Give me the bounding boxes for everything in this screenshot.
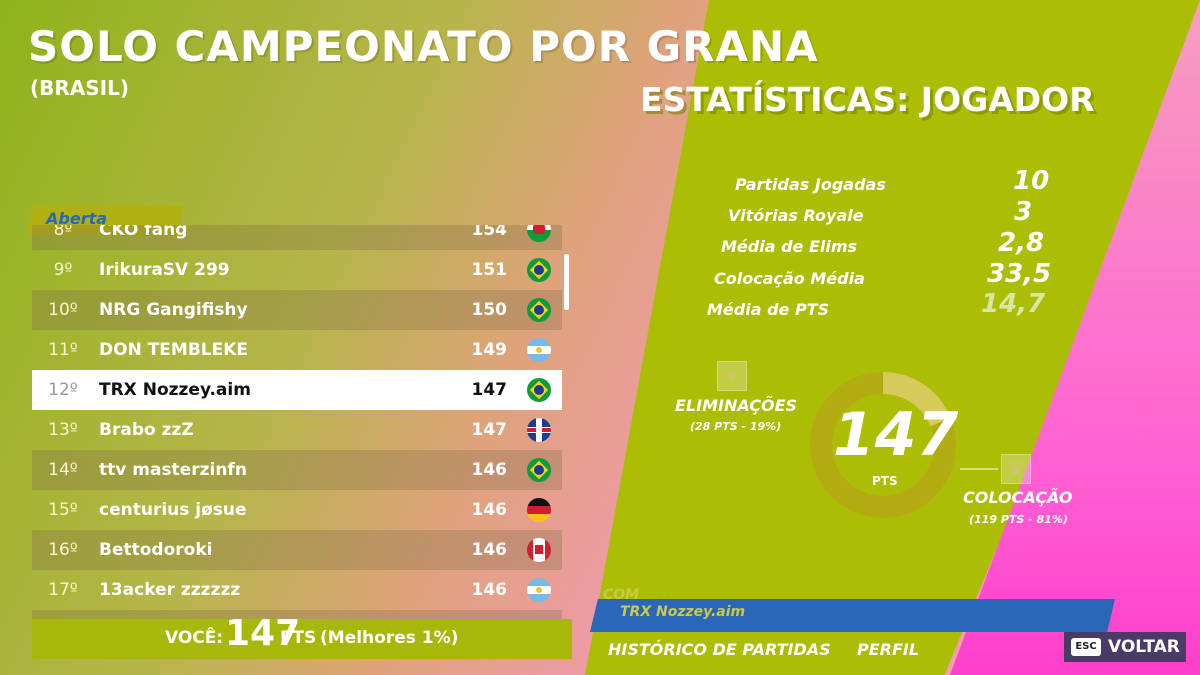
leaderboard-row[interactable]: 15º centurius jøsue 146 — [32, 490, 562, 530]
leaderboard-row[interactable]: 8º CKO fang 154 — [32, 225, 562, 250]
row-player-name: Bettodoroki — [99, 540, 213, 560]
row-rank: 9º — [53, 260, 73, 280]
wales-flag-icon — [527, 225, 551, 242]
trophy-icon: ♛ — [1001, 454, 1031, 484]
brazil-flag-icon — [527, 458, 551, 482]
row-rank: 14º — [48, 460, 78, 480]
player-name: TRX Nozzey.aim — [620, 604, 746, 620]
row-points: 146 — [471, 460, 508, 480]
stat-label-avg-placement: Colocação Média — [714, 269, 865, 288]
row-rank: 10º — [48, 300, 78, 320]
tab-profile[interactable]: PERFIL — [857, 640, 919, 659]
region-subtitle: (BRASIL) — [30, 76, 129, 100]
row-points: 154 — [471, 225, 508, 240]
stat-label-wins: Vitórias Royale — [728, 206, 864, 225]
stat-label-avg-elims: Média de Elims — [721, 237, 858, 256]
your-score-label: VOCÊ: — [165, 628, 224, 648]
back-button-label[interactable]: VOLTAR — [1108, 637, 1180, 657]
stat-value-wins: 3 — [1014, 197, 1033, 227]
row-points: 151 — [471, 260, 508, 280]
row-rank: 16º — [48, 540, 78, 560]
leaderboard-scrollbar[interactable] — [564, 254, 569, 310]
stat-value-avg-points: 14,7 — [981, 289, 1046, 319]
total-points: 147 — [833, 400, 959, 470]
brazil-flag-icon — [527, 258, 551, 282]
row-rank: 13º — [48, 420, 78, 440]
stat-value-matches: 10 — [1013, 166, 1050, 196]
row-rank: 8º — [53, 225, 73, 240]
brazil-flag-icon — [527, 298, 551, 322]
germany-flag-icon — [527, 498, 551, 522]
row-player-name: TRX Nozzey.aim — [99, 380, 251, 400]
esc-key-icon: ESC — [1071, 638, 1101, 656]
argentina-flag-icon — [527, 578, 551, 602]
leaderboard-row[interactable]: 10º NRG Gangifishy 150 — [32, 290, 562, 330]
row-points: 150 — [471, 300, 508, 320]
row-points: 146 — [471, 540, 508, 560]
canada-flag-icon — [527, 538, 551, 562]
row-player-name: ttv masterzinfn — [99, 460, 247, 480]
row-points: 146 — [471, 500, 508, 520]
leaderboard[interactable]: 8º CKO fang 154 9º IrikuraSV 299 151 10º… — [32, 225, 562, 625]
row-player-name: Brabo zzZ — [99, 420, 194, 440]
placement-connector — [960, 468, 998, 470]
row-player-name: NRG Gangifishy — [99, 300, 248, 320]
stat-label-avg-points: Média de PTS — [707, 300, 830, 319]
stats-title: ESTATÍSTICAS: JOGADOR — [640, 80, 1095, 119]
row-points: 146 — [471, 580, 508, 600]
uk-flag-icon — [527, 418, 551, 442]
row-player-name: IrikuraSV 299 — [99, 260, 230, 280]
leaderboard-row[interactable]: 13º Brabo zzZ 147 — [32, 410, 562, 450]
row-rank: 12º — [48, 380, 78, 400]
crosshair-icon: ⌖ — [717, 361, 747, 391]
leaderboard-row-current-player[interactable]: 12º TRX Nozzey.aim 147 — [32, 370, 562, 410]
page-title: SOLO CAMPEONATO POR GRANA — [28, 22, 819, 71]
leaderboard-row[interactable]: 11º DON TEMBLEKE 149 — [32, 330, 562, 370]
stat-value-avg-placement: 33,5 — [987, 259, 1052, 289]
eliminations-detail: (28 PTS - 19%) — [690, 420, 782, 433]
with-label: COM — [603, 587, 640, 603]
row-points: 149 — [471, 340, 508, 360]
row-points: 147 — [471, 420, 508, 440]
total-points-unit: PTS — [872, 474, 898, 488]
row-rank: 15º — [48, 500, 78, 520]
row-points: 147 — [471, 380, 508, 400]
leaderboard-row[interactable]: 16º Bettodoroki 146 — [32, 530, 562, 570]
row-player-name: DON TEMBLEKE — [99, 340, 249, 360]
stat-label-matches: Partidas Jogadas — [735, 175, 886, 194]
placement-detail: (119 PTS - 81%) — [969, 513, 1068, 526]
your-score-unit: PTS — [280, 628, 317, 648]
stat-value-avg-elims: 2,8 — [998, 228, 1045, 258]
eliminations-title: ELIMINAÇÕES — [675, 396, 798, 415]
row-rank: 17º — [48, 580, 78, 600]
leaderboard-row[interactable]: 9º IrikuraSV 299 151 — [32, 250, 562, 290]
your-percentile: (Melhores 1%) — [320, 628, 459, 648]
tab-match-history[interactable]: HISTÓRICO DE PARTIDAS — [608, 640, 831, 659]
argentina-flag-icon — [527, 338, 551, 362]
row-rank: 11º — [48, 340, 78, 360]
row-player-name: CKO fang — [99, 225, 188, 240]
row-player-name: 13acker zzzzzz — [99, 580, 241, 600]
leaderboard-row[interactable]: 14º ttv masterzinfn 146 — [32, 450, 562, 490]
placement-title: COLOCAÇÃO — [963, 488, 1073, 507]
leaderboard-row[interactable]: 17º 13acker zzzzzz 146 — [32, 570, 562, 610]
brazil-flag-icon — [527, 378, 551, 402]
row-player-name: centurius jøsue — [99, 500, 247, 520]
